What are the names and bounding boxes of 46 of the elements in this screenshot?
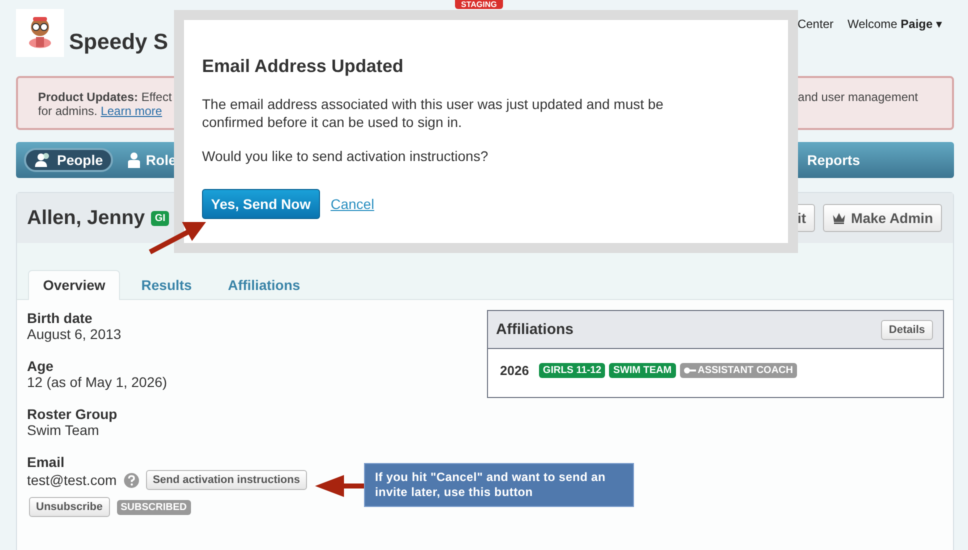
profile-tab[interactable]: Overview: [28, 270, 120, 300]
dialog-question: Would you like to send activation instructions?: [202, 147, 490, 165]
user-menu[interactable]: Welcome Paige ▾: [848, 17, 942, 31]
help-icon[interactable]: [124, 472, 139, 488]
cancel-link[interactable]: Cancel: [330, 196, 374, 212]
field-value: August 6, 2013: [27, 326, 122, 342]
dialog-title: Email Address Updated: [202, 56, 404, 77]
profile-tab[interactable]: Results: [126, 270, 207, 300]
subscription-status-badge: SUBSCRIBED: [116, 500, 191, 514]
site-title: Speedy S: [69, 28, 168, 56]
profile-tab[interactable]: Affiliations: [212, 270, 316, 300]
panel-title: Affiliations: [496, 321, 574, 338]
header-link[interactable]: Center: [797, 17, 834, 31]
group-tag: GIRLS 11-12: [538, 363, 606, 378]
season-year: 2026: [500, 363, 529, 378]
crown-icon: [832, 212, 846, 224]
profile-action-button[interactable]: Make Admin: [823, 204, 942, 232]
nav-tab[interactable]: Reports: [797, 148, 870, 172]
field-label: Email: [27, 454, 66, 470]
annotation-callout: If you hit "Cancel" and want to send an invite later, use this button: [364, 463, 634, 507]
nav-tab[interactable]: People: [24, 148, 113, 172]
confirm-button[interactable]: Yes, Send Now: [202, 189, 320, 219]
people-icon: [34, 152, 52, 168]
email-value: test@test.com: [27, 472, 117, 488]
banner-text: Product Updates: Effect for admins. Learn more: [38, 90, 172, 118]
field-value: 12 (as of May 1, 2026): [27, 374, 168, 390]
unsubscribe-button[interactable]: Unsubscribe: [29, 497, 110, 517]
staging-badge: STAGING: [455, 0, 503, 9]
key-icon: [684, 367, 696, 374]
person-name: Allen, Jenny: [27, 206, 145, 230]
dialog-message: The email address associated with this user was just updated and must be confirmed before it can be used to sign in.: [202, 95, 664, 131]
field-value: Swim Team: [27, 422, 100, 438]
details-button[interactable]: Details: [880, 320, 933, 340]
learn-more-link[interactable]: Learn more: [100, 104, 162, 118]
annotation-arrow: [148, 222, 206, 254]
banner-text: and user management: [798, 90, 918, 104]
send-activation-button[interactable]: Send activation instructions: [146, 470, 307, 490]
role-tag: ASSISTANT COACH: [680, 363, 797, 378]
person-icon: [126, 152, 141, 168]
group-tag: SWIM TEAM: [609, 363, 676, 378]
mascot-logo-icon: [16, 9, 64, 57]
field-label: Roster Group: [27, 406, 118, 422]
group-badge: GI: [150, 210, 170, 226]
field-label: Birth date: [27, 310, 94, 326]
field-label: Age: [27, 358, 54, 374]
annotation-arrow: [315, 475, 364, 497]
